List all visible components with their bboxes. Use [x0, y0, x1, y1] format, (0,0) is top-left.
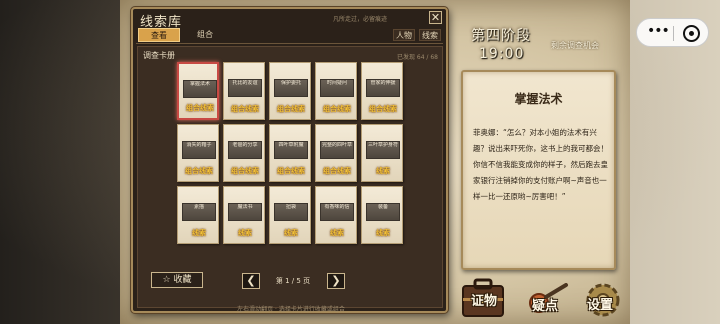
clue-detail-text: 菲奥娜：“怎么？对本小姐的法术有兴趣？说出来吓死你，这书上的我可都会！你信不信我… — [473, 128, 608, 201]
clue-card[interactable]: 素描 线索 — [177, 186, 219, 244]
clue-card-label: 保护委托 — [280, 80, 301, 86]
section-title: 调查卡册 — [143, 51, 175, 60]
settings-label: 设置 — [587, 298, 614, 313]
clue-card-label: 完整的四叶草 — [321, 142, 352, 148]
clue-card-badge: 组合线索 — [277, 167, 305, 175]
clue-card-badge: 组合线索 — [323, 105, 351, 113]
clue-card[interactable]: 装备 线索 — [361, 186, 403, 244]
more-icon[interactable]: ••• — [647, 23, 670, 39]
clue-card-badge: 线索 — [376, 229, 390, 237]
clue-card[interactable]: 有香味的信 线索 — [315, 186, 357, 244]
clue-card[interactable]: 保护委托 组合线索 — [269, 62, 311, 120]
phase-time: 19:00 — [479, 46, 525, 62]
capsule-divider — [673, 26, 674, 41]
exit-icon[interactable] — [683, 25, 700, 42]
clue-card[interactable]: 老爸的分享 组合线索 — [223, 124, 265, 182]
clue-card-label: 管家的伸援 — [370, 80, 396, 86]
clue-label: 疑点 — [532, 299, 559, 314]
clue-card-label: 消失的箱子 — [186, 142, 212, 148]
clue-card[interactable]: 消失的箱子 组合线索 — [177, 124, 219, 182]
tab-bar: 查看 组合 人物 线索 — [136, 28, 443, 44]
panel-hint: 凡所走过，必留痕迹 — [333, 16, 388, 23]
prev-page-button[interactable]: ❮ — [242, 273, 260, 289]
clue-card[interactable]: 管家的伸援 组合线索 — [361, 62, 403, 120]
clue-card-badge: 组合线索 — [323, 167, 351, 175]
clue-card[interactable]: 时间疑问 组合线索 — [315, 62, 357, 120]
clue-card-badge: 线索 — [238, 229, 252, 237]
tab-combine[interactable]: 组合 — [190, 28, 220, 42]
page-indicator: 第 1 / 5 页 — [275, 277, 311, 285]
clue-card-badge: 组合线索 — [369, 105, 397, 113]
clue-detail-title: 掌握法术 — [514, 92, 563, 106]
clue-card-label: 四叶草附魔 — [278, 142, 304, 148]
card-album: 调查卡册 已发现 64 / 68 掌握法术 组合线索 托比的友谊 组合线索 保护委托 组合… — [137, 46, 443, 313]
clue-library-panel: 线索库 凡所走过，必留痕迹 ✕ 查看 组合 人物 线索 调查卡册 已发现 64 … — [131, 7, 448, 313]
clue-card-label: 三叶草护身符 — [367, 142, 398, 148]
tab-view[interactable]: 查看 — [138, 28, 180, 42]
clue-card-badge: 组合线索 — [231, 105, 259, 113]
clue-card-label: 时间疑问 — [326, 80, 347, 86]
clue-card-label: 魔法书 — [237, 204, 253, 210]
miniprogram-capsule: ••• — [636, 18, 709, 47]
clue-card-label: 老爸的分享 — [232, 142, 258, 148]
clue-card-label: 有香味的信 — [324, 204, 350, 210]
filter-clues-button[interactable]: 线索 — [419, 29, 441, 41]
clue-card-badge: 线索 — [284, 229, 298, 237]
clue-card[interactable]: 完整的四叶草 组合线索 — [315, 124, 357, 182]
clue-card-label: 托比的友谊 — [232, 80, 258, 86]
clue-card[interactable]: 四叶草附魔 组合线索 — [269, 124, 311, 182]
phase-title: 第四阶段 — [471, 28, 531, 44]
evidence-button[interactable]: 证物 — [461, 276, 507, 320]
clue-button[interactable]: 疑点 — [522, 283, 572, 321]
clue-card-badge: 组合线索 — [185, 167, 213, 175]
settings-button[interactable]: 设置 — [583, 280, 623, 320]
clue-card-badge: 组合线索 — [186, 104, 214, 112]
footer-hint: 左右滑动翻页 · 选择卡片进行收藏或组合 — [237, 306, 345, 313]
clue-card[interactable]: 托比的友谊 组合线索 — [223, 62, 265, 120]
clue-card-label: 装备 — [377, 204, 388, 210]
clue-card-badge: 线索 — [330, 229, 344, 237]
clue-card-badge: 线索 — [192, 229, 206, 237]
clue-card-badge: 线索 — [376, 167, 390, 175]
clue-card-badge: 组合线索 — [277, 105, 305, 113]
evidence-label: 证物 — [471, 294, 498, 309]
clue-card[interactable]: 魔法书 线索 — [223, 186, 265, 244]
clue-card-label: 素描 — [193, 204, 204, 210]
clue-card-label: 掌握法术 — [189, 81, 210, 87]
clue-detail-card: 掌握法术 菲奥娜：“怎么？对本小姐的法术有兴趣？说出来吓死你，这书上的我可都会！… — [461, 70, 616, 270]
filter-people-button[interactable]: 人物 — [393, 29, 415, 41]
clue-card[interactable]: 掌握法术 组合线索 — [177, 62, 219, 120]
discovered-count: 已发现 64 / 68 — [396, 54, 438, 61]
favorite-button[interactable]: ☆ 收藏 — [151, 272, 203, 288]
next-page-button[interactable]: ❯ — [327, 273, 345, 289]
clue-card-label: 扭袋 — [285, 204, 296, 210]
clue-card[interactable]: 三叶草护身符 线索 — [361, 124, 403, 182]
clue-card-badge: 组合线索 — [231, 167, 259, 175]
clue-card[interactable]: 扭袋 线索 — [269, 186, 311, 244]
remaining-chances: 剩余调查机会 — [551, 41, 599, 50]
close-button[interactable]: ✕ — [429, 11, 442, 24]
